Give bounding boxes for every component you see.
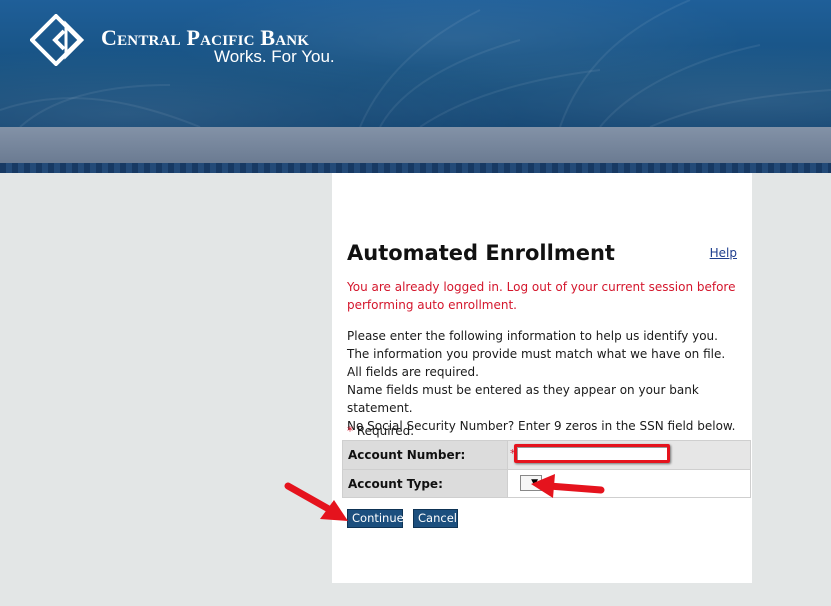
- nav-bar: [0, 127, 831, 163]
- required-label: Required.: [356, 424, 415, 438]
- instruction-text: Please enter the following information t…: [347, 329, 726, 379]
- account-type-cell: ▼: [507, 470, 750, 497]
- bank-logo-icon[interactable]: [30, 14, 92, 66]
- required-star: *: [347, 424, 353, 438]
- nav-bar-stripe: [0, 163, 831, 173]
- account-type-select[interactable]: ▼: [520, 475, 542, 491]
- brand-tagline: Works. For You.: [214, 47, 335, 66]
- account-number-cell: *: [507, 441, 750, 469]
- instruction-text: Name fields must be entered as they appe…: [347, 383, 699, 415]
- page-title: Automated Enrollment: [347, 241, 615, 265]
- cancel-button[interactable]: Cancel: [413, 509, 458, 528]
- required-note: * Required.: [347, 424, 414, 438]
- site-header: Central Pacific Bank Works. For You.: [0, 0, 831, 127]
- palm-leaf-pattern: [0, 0, 831, 127]
- enrollment-panel: Automated Enrollment Help You are alread…: [332, 173, 752, 583]
- account-number-input[interactable]: [517, 447, 669, 461]
- instructions: Please enter the following information t…: [347, 327, 742, 435]
- chevron-down-icon: ▼: [531, 478, 538, 488]
- enrollment-form: Account Number: * Account Type: ▼: [342, 440, 751, 498]
- error-message: You are already logged in. Log out of yo…: [347, 280, 736, 312]
- continue-button[interactable]: Continue: [347, 509, 404, 528]
- account-number-row: Account Number: *: [343, 441, 750, 469]
- account-number-label: Account Number:: [343, 441, 507, 469]
- account-type-label: Account Type:: [343, 470, 507, 497]
- required-star: *: [510, 447, 516, 460]
- account-type-row: Account Type: ▼: [343, 469, 750, 497]
- help-link[interactable]: Help: [710, 246, 737, 260]
